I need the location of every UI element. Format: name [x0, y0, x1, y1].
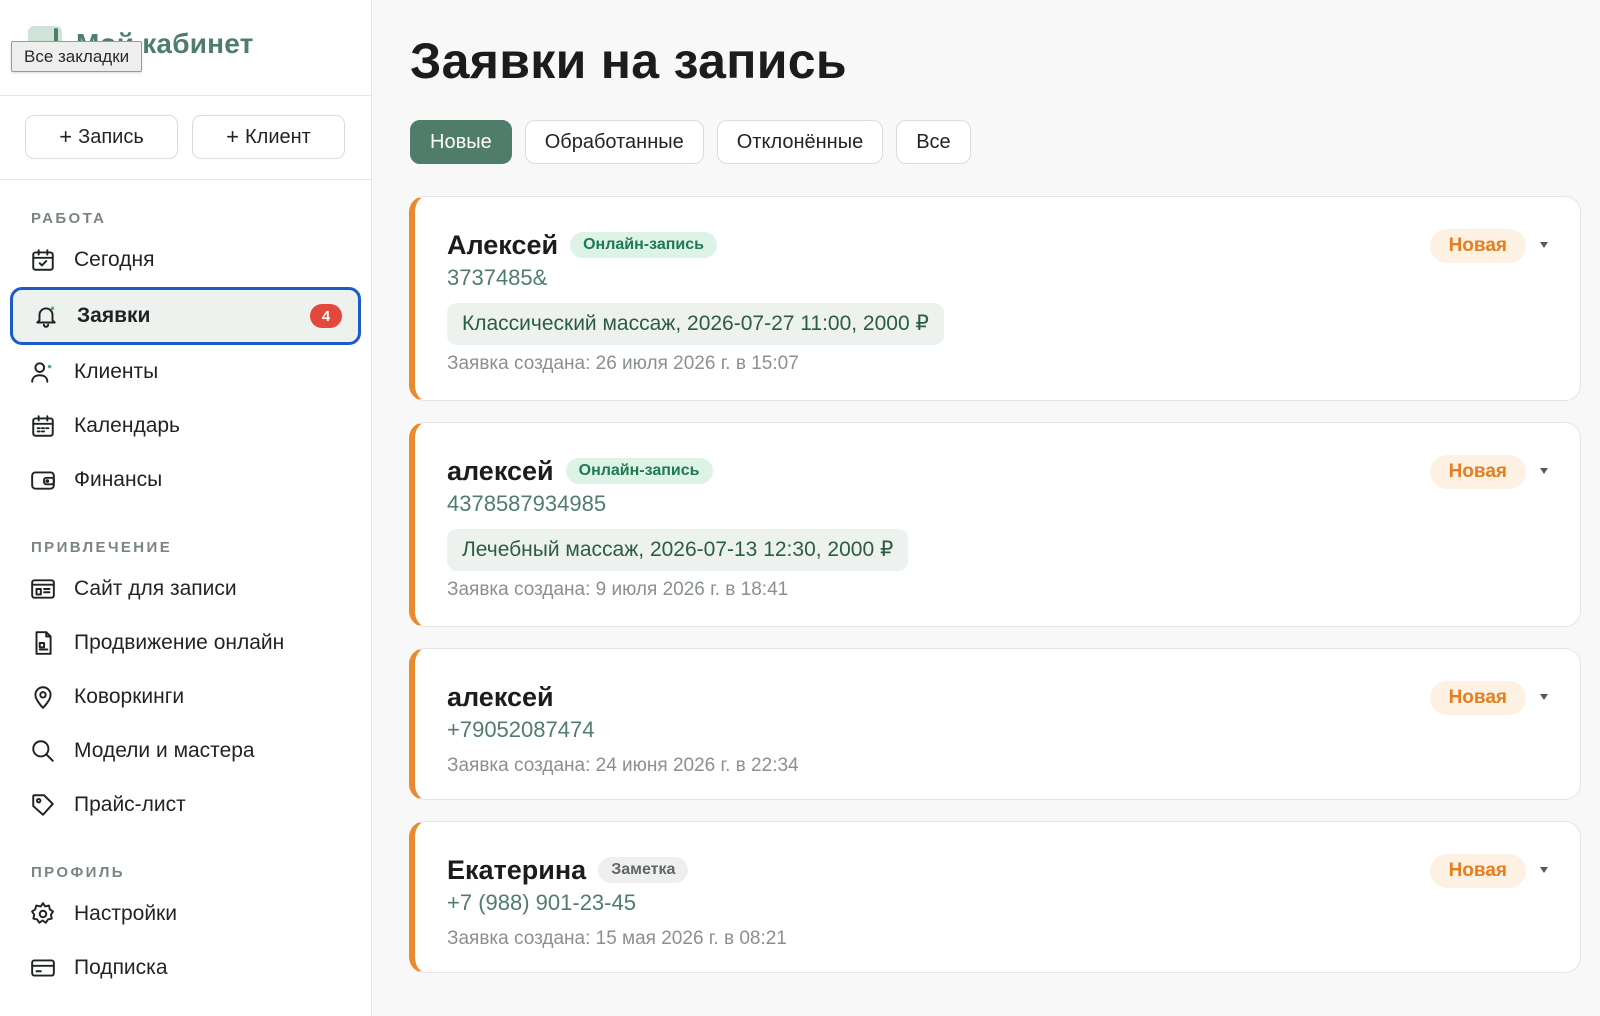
- gear-icon: [29, 900, 57, 928]
- client-name: алексей: [447, 455, 554, 486]
- sidebar-item-label: Коворкинги: [74, 685, 185, 708]
- request-header: Алексей Онлайн-запись: [447, 229, 1550, 261]
- created-at: Заявка создана: 24 июня 2026 г. в 22:34: [447, 755, 799, 776]
- search-icon: [29, 737, 57, 765]
- tab-processed[interactable]: Обработанные: [524, 120, 704, 164]
- plus-icon: +: [226, 124, 240, 149]
- nav-work: Сегодня Заявки 4 Клиенты Календарь Финан…: [0, 233, 371, 507]
- status-badge: Новая: [1429, 455, 1526, 489]
- status-badge: Новая: [1429, 681, 1526, 715]
- sidebar-item-clients[interactable]: Клиенты: [0, 345, 371, 399]
- sidebar-item-label: Финансы: [74, 468, 163, 491]
- sidebar-item-subscription[interactable]: Подписка: [0, 941, 371, 995]
- sidebar-item-label: Модели и мастера: [74, 739, 255, 762]
- chevron-down-icon[interactable]: [1538, 465, 1550, 477]
- tab-all[interactable]: Все: [896, 120, 971, 164]
- wallet-icon: [29, 466, 57, 494]
- service-details: Классический массаж, 2026-07-27 11:00, 2…: [447, 303, 944, 345]
- sidebar-item-coworking[interactable]: Коворкинги: [0, 670, 371, 724]
- chevron-down-icon[interactable]: [1538, 691, 1550, 703]
- created-at: Заявка создана: 26 июля 2026 г. в 15:07: [447, 353, 799, 374]
- calendar-icon: [29, 412, 57, 440]
- website-icon: [29, 575, 57, 603]
- sidebar-item-today[interactable]: Сегодня: [0, 233, 371, 287]
- sidebar-item-label: Клиенты: [74, 360, 159, 383]
- sidebar: Мой кабинет Все закладки + Запись + Клие…: [0, 0, 372, 1016]
- sidebar-item-label: Сегодня: [74, 248, 155, 271]
- sidebar-item-label: Заявки: [77, 304, 151, 327]
- sidebar-item-models[interactable]: Модели и мастера: [0, 724, 371, 778]
- page-title: Заявки на запись: [410, 33, 847, 89]
- sidebar-item-booking-site[interactable]: Сайт для записи: [0, 562, 371, 616]
- source-tag: Онлайн-запись: [570, 232, 717, 258]
- plus-icon: +: [59, 124, 73, 149]
- bookmarks-tooltip: Все закладки: [11, 41, 143, 72]
- section-title-attract: ПРИВЛЕЧЕНИЕ: [31, 539, 173, 556]
- status-tabs: Новые Обработанные Отклонённые Все: [410, 120, 971, 164]
- brand-header: Мой кабинет Все закладки: [0, 0, 371, 96]
- request-card[interactable]: алексей +79052087474 Заявка создана: 24 …: [409, 648, 1581, 800]
- sidebar-item-calendar[interactable]: Календарь: [0, 399, 371, 453]
- tab-new[interactable]: Новые: [410, 120, 512, 164]
- requests-list: Алексей Онлайн-запись 3737485& Классичес…: [409, 196, 1581, 994]
- request-header: алексей: [447, 681, 1550, 713]
- service-details: Лечебный массаж, 2026-07-13 12:30, 2000 …: [447, 529, 909, 571]
- sidebar-item-label: Продвижение онлайн: [74, 631, 285, 654]
- request-header: Екатерина Заметка: [447, 854, 1550, 886]
- client-name: Алексей: [447, 229, 559, 260]
- main-content: Заявки на запись Новые Обработанные Откл…: [372, 0, 1600, 1016]
- section-title-profile: ПРОФИЛЬ: [31, 864, 125, 881]
- sidebar-item-finance[interactable]: Финансы: [0, 453, 371, 507]
- calendar-check-icon: [29, 246, 57, 274]
- nav-attract: Сайт для записи Продвижение онлайн Ковор…: [0, 562, 371, 832]
- client-phone[interactable]: 3737485&: [447, 265, 1550, 295]
- sidebar-item-label: Настройки: [74, 902, 177, 925]
- sidebar-item-label: Прайс-лист: [74, 793, 186, 816]
- sidebar-item-price-list[interactable]: Прайс-лист: [0, 778, 371, 832]
- sidebar-item-label: Подписка: [74, 956, 168, 979]
- quick-actions: + Запись + Клиент: [0, 96, 371, 180]
- users-icon: [29, 358, 57, 386]
- sidebar-item-promotion[interactable]: Продвижение онлайн: [0, 616, 371, 670]
- credit-card-icon: [29, 954, 57, 982]
- client-phone[interactable]: +79052087474: [447, 717, 1550, 747]
- sidebar-item-settings[interactable]: Настройки: [0, 887, 371, 941]
- request-card[interactable]: Алексей Онлайн-запись 3737485& Классичес…: [409, 196, 1581, 401]
- created-at: Заявка создана: 9 июля 2026 г. в 18:41: [447, 579, 789, 600]
- client-phone[interactable]: 4378587934985: [447, 491, 1550, 521]
- add-client-button[interactable]: + Клиент: [192, 115, 345, 159]
- add-appointment-label: Запись: [78, 125, 144, 148]
- sidebar-item-label: Календарь: [74, 414, 180, 437]
- sidebar-item-requests[interactable]: Заявки 4: [10, 287, 361, 345]
- created-at: Заявка создана: 15 мая 2026 г. в 08:21: [447, 928, 787, 949]
- nav-profile: Настройки Подписка: [0, 887, 371, 995]
- client-name: алексей: [447, 681, 554, 712]
- sidebar-item-label: Сайт для записи: [74, 577, 237, 600]
- client-name: Екатерина: [447, 854, 587, 885]
- section-title-work: РАБОТА: [31, 210, 107, 227]
- tab-rejected[interactable]: Отклонённые: [716, 120, 884, 164]
- request-card[interactable]: Екатерина Заметка +7 (988) 901-23-45 Зая…: [409, 821, 1581, 973]
- tag-icon: [29, 791, 57, 819]
- document-icon: [29, 629, 57, 657]
- client-phone[interactable]: +7 (988) 901-23-45: [447, 890, 1550, 920]
- map-pin-icon: [29, 683, 57, 711]
- status-badge: Новая: [1429, 229, 1526, 263]
- add-appointment-button[interactable]: + Запись: [25, 115, 178, 159]
- requests-count-badge: 4: [310, 304, 342, 328]
- request-card[interactable]: алексей Онлайн-запись 4378587934985 Лече…: [409, 422, 1581, 627]
- bell-icon: [32, 302, 60, 330]
- source-tag: Заметка: [598, 857, 689, 883]
- chevron-down-icon[interactable]: [1538, 864, 1550, 876]
- chevron-down-icon[interactable]: [1538, 239, 1550, 251]
- add-client-label: Клиент: [245, 125, 311, 148]
- status-badge: Новая: [1429, 854, 1526, 888]
- request-header: алексей Онлайн-запись: [447, 455, 1550, 487]
- source-tag: Онлайн-запись: [565, 458, 713, 484]
